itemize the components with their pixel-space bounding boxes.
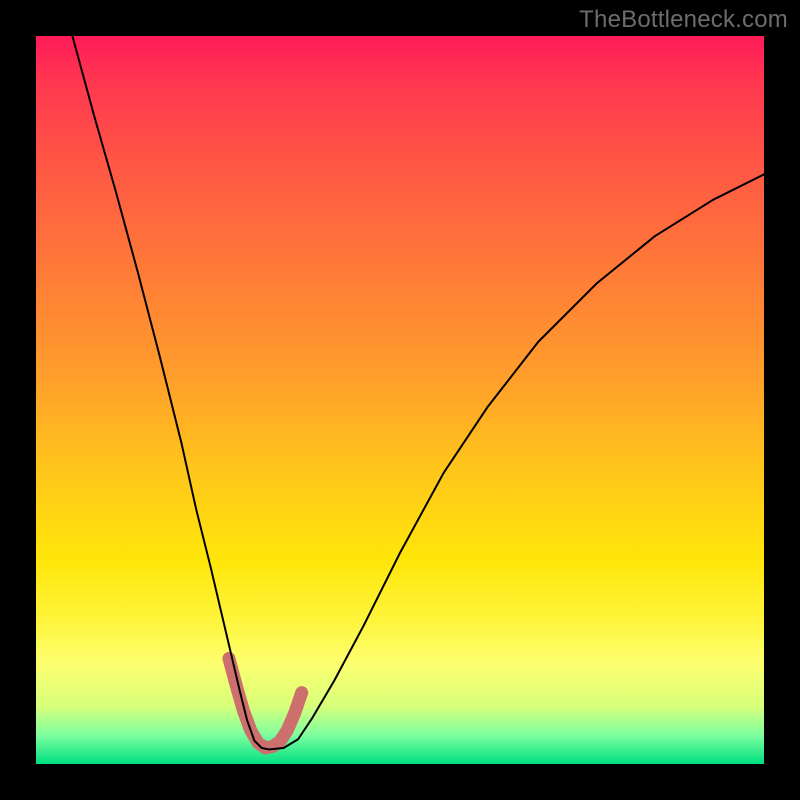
series-main-curve: [72, 36, 764, 749]
watermark-text: TheBottleneck.com: [579, 6, 788, 34]
chart-frame: TheBottleneck.com: [0, 0, 800, 800]
plot-area: [36, 36, 764, 764]
curve-svg: [36, 36, 764, 764]
series-lower-highlight: [229, 658, 302, 748]
